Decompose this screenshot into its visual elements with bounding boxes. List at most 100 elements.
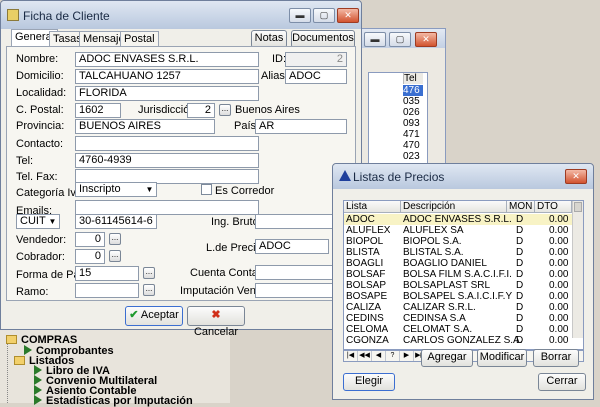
table-row[interactable]: BOLSAP BOLSAPLAST SRL D 0.00 bbox=[344, 280, 572, 291]
table-row[interactable]: CEDINS CEDINSA S.A D 0.00 bbox=[344, 313, 572, 324]
list-item[interactable]: 026 bbox=[403, 107, 423, 118]
cobrador-lookup-button[interactable]: ... bbox=[109, 250, 121, 262]
first-record-button[interactable]: |◀ bbox=[344, 351, 358, 361]
list-item[interactable]: 471 bbox=[403, 129, 423, 140]
vendedor-lookup-button[interactable]: ... bbox=[109, 233, 121, 245]
vertical-scrollbar[interactable] bbox=[572, 201, 583, 338]
table-cell: D bbox=[516, 280, 524, 291]
modificar-button[interactable]: Modificar bbox=[477, 349, 527, 367]
list-item[interactable]: 093 bbox=[403, 118, 423, 129]
table-cell: 0.00 bbox=[549, 324, 569, 335]
table-row[interactable]: CALIZA CALIZAR S.R.L. D 0.00 bbox=[344, 302, 572, 313]
ramo-lookup-button[interactable]: ... bbox=[143, 284, 155, 296]
doctype-select[interactable]: CUIT ▼ bbox=[16, 214, 60, 229]
table-row[interactable]: CGONZA CARLOS GONZALEZ S.A. D 0.00 bbox=[344, 335, 572, 346]
contacto-field[interactable] bbox=[75, 136, 259, 151]
list-item[interactable]: 035 bbox=[403, 96, 423, 107]
close-button[interactable]: ✕ bbox=[337, 8, 359, 23]
window-title: Ficha de Cliente bbox=[23, 9, 110, 23]
table-row[interactable]: BOAGLI BOAGLIO DANIEL D 0.00 bbox=[344, 258, 572, 269]
table-cell: 0.00 bbox=[549, 258, 569, 269]
table-cell: CALIZA bbox=[346, 302, 382, 313]
table-cell: CARLOS GONZALEZ S.A. bbox=[403, 335, 523, 346]
close-button[interactable]: ✕ bbox=[415, 32, 437, 47]
emails-field[interactable] bbox=[75, 200, 259, 215]
table-cell: 0.00 bbox=[549, 335, 569, 346]
maximize-button[interactable]: ▢ bbox=[313, 8, 335, 23]
column-header[interactable]: DTO bbox=[535, 201, 572, 213]
borrar-button[interactable]: Borrar bbox=[533, 349, 579, 367]
agregar-button[interactable]: Agregar bbox=[421, 349, 473, 367]
nombre-field[interactable]: ADOC ENVASES S.R.L. bbox=[75, 52, 259, 67]
table-row[interactable]: ADOC ADOC ENVASES S.R.L. D 0.00 bbox=[344, 214, 572, 225]
ficha-cliente-window: Ficha de Cliente ▬ ▢ ✕ General Tasas Men… bbox=[0, 0, 362, 338]
list-item[interactable]: 470 bbox=[403, 140, 423, 151]
table-cell: ALUFLEX bbox=[346, 225, 391, 236]
close-button[interactable]: ✕ bbox=[565, 169, 587, 184]
tel-field[interactable]: 4760-4939 bbox=[75, 153, 259, 168]
column-header[interactable]: Lista bbox=[344, 201, 401, 213]
alias-field[interactable]: ADOC bbox=[285, 69, 347, 84]
jurisdiccion-field[interactable]: 2 bbox=[187, 103, 215, 118]
localidad-field[interactable]: FLORIDA bbox=[75, 86, 259, 101]
table-cell: D bbox=[516, 247, 524, 258]
table-cell: BOLSAF bbox=[346, 269, 386, 280]
cerrar-button[interactable]: Cerrar bbox=[538, 373, 586, 391]
cancelar-button[interactable]: ✖ Cancelar bbox=[187, 306, 245, 338]
provincia-field[interactable]: BUENOS AIRES bbox=[75, 119, 215, 134]
formapago-lookup-button[interactable]: ... bbox=[143, 267, 155, 279]
warning-triangle-icon bbox=[339, 170, 351, 181]
scroll-thumb[interactable] bbox=[574, 202, 582, 212]
background-list: Tel 476 035 026 093 471 470 023 429 bbox=[368, 72, 428, 173]
escorredor-checkbox[interactable] bbox=[201, 184, 212, 195]
table-cell: D bbox=[516, 236, 524, 247]
minimize-button[interactable]: ▬ bbox=[289, 8, 311, 23]
cpostal-field[interactable]: 1602 bbox=[75, 103, 121, 118]
table-cell: D bbox=[516, 225, 524, 236]
previous-record-button[interactable]: ◀ bbox=[372, 351, 386, 361]
lprecios-field[interactable]: ADOC bbox=[255, 239, 329, 254]
minimize-button[interactable]: ▬ bbox=[364, 32, 386, 47]
table-row[interactable]: CELOMA CELOMAT S.A. D 0.00 bbox=[344, 324, 572, 335]
table-row[interactable]: BLISTA BLISTAL S.A. D 0.00 bbox=[344, 247, 572, 258]
domicilio-label: Domicilio: bbox=[16, 70, 64, 82]
elegir-button[interactable]: Elegir bbox=[343, 373, 395, 391]
cobrador-field[interactable]: 0 bbox=[75, 249, 105, 264]
ramo-field[interactable] bbox=[75, 283, 139, 298]
list-item[interactable]: 476 bbox=[403, 85, 423, 96]
next-record-button[interactable]: ▶ bbox=[400, 351, 414, 361]
help-button[interactable]: ? bbox=[386, 351, 400, 361]
id-label: ID: bbox=[272, 53, 287, 65]
column-header[interactable]: MON bbox=[507, 201, 535, 213]
pais-field[interactable]: AR bbox=[255, 119, 347, 134]
list-item[interactable]: 023 bbox=[403, 151, 423, 162]
table-cell: D bbox=[516, 269, 524, 280]
formapago-field[interactable]: 15 bbox=[75, 266, 139, 281]
tel-label: Tel: bbox=[16, 155, 34, 167]
table-cell: 0.00 bbox=[549, 225, 569, 236]
chevron-down-icon: ▼ bbox=[48, 217, 57, 226]
jurisdiccion-name: Buenos Aires bbox=[235, 104, 300, 116]
tab-postal[interactable]: Postal bbox=[120, 31, 159, 47]
maximize-button[interactable]: ▢ bbox=[389, 32, 411, 47]
table-row[interactable]: BIOPOL BIOPOL S.A. D 0.00 bbox=[344, 236, 572, 247]
listas-table[interactable]: Lista Descripción MON DTO ADOC ADOC ENVA… bbox=[343, 200, 584, 350]
table-cell: BOLSAPLAST SRL bbox=[403, 280, 491, 291]
cuit-field[interactable]: 30-61145614-6 bbox=[75, 214, 157, 229]
table-cell: D bbox=[516, 335, 524, 346]
table-row[interactable]: ALUFLEX ALUFLEX SA D 0.00 bbox=[344, 225, 572, 236]
vendedor-field[interactable]: 0 bbox=[75, 232, 105, 247]
table-row[interactable]: BOLSAF BOLSA FILM S.A.C.I.F.I. D 0.00 bbox=[344, 269, 572, 280]
column-header[interactable]: Descripción bbox=[401, 201, 507, 213]
jurisdiccion-lookup-button[interactable]: ... bbox=[219, 104, 231, 116]
table-cell: 0.00 bbox=[549, 247, 569, 258]
domicilio-field[interactable]: TALCAHUANO 1257 bbox=[75, 69, 259, 84]
table-row[interactable]: BOSAPE BOLSAPEL S.A.I.C.I.F.Y A. D 0.00 bbox=[344, 291, 572, 302]
aceptar-button[interactable]: ✔ Aceptar bbox=[125, 306, 183, 326]
telfax-label: Tel. Fax: bbox=[16, 171, 58, 183]
previous-page-button[interactable]: ◀◀ bbox=[358, 351, 372, 361]
categoria-select[interactable]: Inscripto ▼ bbox=[75, 182, 157, 197]
tree-item-estadisticas[interactable]: Estadísticas por Imputación bbox=[34, 395, 193, 407]
table-cell: ADOC ENVASES S.R.L. bbox=[403, 214, 512, 225]
table-cell: 0.00 bbox=[549, 280, 569, 291]
